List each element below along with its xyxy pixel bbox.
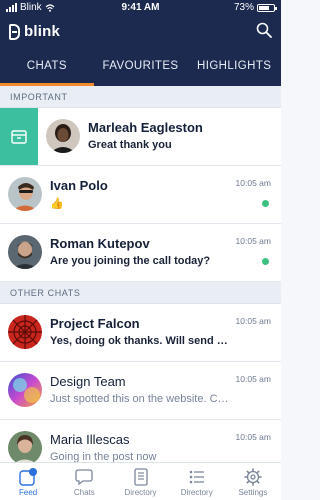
blink-logo-icon — [9, 23, 20, 40]
tab-chats[interactable]: CHATS — [0, 48, 94, 86]
archive-action-button[interactable] — [0, 108, 38, 165]
chat-bubble-icon — [75, 469, 93, 486]
list-icon — [189, 470, 204, 484]
chat-row-ivan[interactable]: Ivan Polo 👍 10:05 am — [0, 166, 281, 224]
battery-percent: 73% — [233, 2, 254, 13]
chat-row-project-falcon[interactable]: Project Falcon Yes, doing ok thanks. Wil… — [0, 304, 281, 362]
status-bar: Blink 9:41 AM 73% — [0, 0, 281, 16]
chat-row-content: Marleah Eagleston Great thank you 1 — [38, 108, 281, 165]
section-header-other: OTHER CHATS — [0, 282, 281, 304]
chat-time: 10:05 am — [235, 374, 271, 384]
app-logo: blink — [9, 23, 60, 40]
unread-indicator — [262, 258, 269, 265]
avatar — [8, 373, 42, 407]
tab-highlights[interactable]: HIGHLIGHTS — [187, 48, 281, 86]
nav-directory[interactable]: Directory — [112, 463, 168, 500]
gear-icon — [244, 468, 262, 486]
section-header-important: IMPORTANT — [0, 86, 281, 108]
chat-name: Ivan Polo — [50, 178, 108, 193]
unread-indicator — [262, 200, 269, 207]
avatar — [8, 315, 42, 349]
chat-message: 👍 — [50, 198, 64, 210]
search-icon[interactable] — [256, 22, 272, 38]
chat-time: 10:05 am — [235, 236, 271, 246]
chat-row-design-team[interactable]: Design Team Just spotted this on the web… — [0, 362, 281, 420]
nav-directory-list[interactable]: Directory — [169, 463, 225, 500]
chat-name: Design Team — [50, 374, 126, 389]
archive-icon — [11, 129, 27, 144]
chat-name: Roman Kutepov — [50, 236, 150, 251]
chat-time: 10:05 am — [235, 432, 271, 442]
chat-name: Marleah Eagleston — [88, 120, 203, 135]
app-header: Blink 9:41 AM 73% blink CHATS FAVOURITES… — [0, 0, 281, 86]
nav-label: Feed — [18, 488, 38, 497]
nav-label: Directory — [124, 488, 157, 497]
avatar — [8, 431, 42, 465]
app-bar: blink — [0, 16, 281, 48]
avatar — [46, 119, 80, 153]
nav-label: Settings — [238, 488, 268, 497]
nav-feed[interactable]: Feed — [0, 463, 56, 500]
chat-name: Project Falcon — [50, 316, 140, 331]
avatar — [8, 177, 42, 211]
nav-label: Directory — [180, 488, 213, 497]
chat-row-roman[interactable]: Roman Kutepov Are you joining the call t… — [0, 224, 281, 282]
chat-message: Just spotted this on the website. Ca... — [50, 393, 230, 405]
tab-bar: CHATS FAVOURITES HIGHLIGHTS — [0, 48, 281, 86]
chat-time: 10:05 am — [235, 178, 271, 188]
battery-indicator: 73% — [233, 2, 277, 13]
chat-message: Are you joining the call today? — [50, 255, 211, 267]
avatar — [8, 235, 42, 269]
chat-message: Great thank you — [88, 139, 172, 151]
chat-row-marleah[interactable]: Marleah Eagleston Great thank you 1 — [0, 108, 281, 166]
chat-name: Maria Illescas — [50, 432, 130, 447]
directory-book-icon — [133, 468, 148, 486]
chat-time: 10:05 am — [235, 316, 271, 326]
tab-favourites[interactable]: FAVOURITES — [94, 48, 188, 86]
nav-settings[interactable]: Settings — [225, 463, 281, 500]
feed-icon — [19, 468, 38, 486]
bottom-nav: Feed Chats Directory Directory Settings — [0, 462, 281, 500]
nav-label: Chats — [73, 488, 95, 497]
nav-chats[interactable]: Chats — [56, 463, 112, 500]
chat-message: Yes, doing ok thanks. Will send you... — [50, 335, 230, 347]
battery-icon — [257, 3, 277, 12]
app-title: blink — [24, 23, 61, 40]
